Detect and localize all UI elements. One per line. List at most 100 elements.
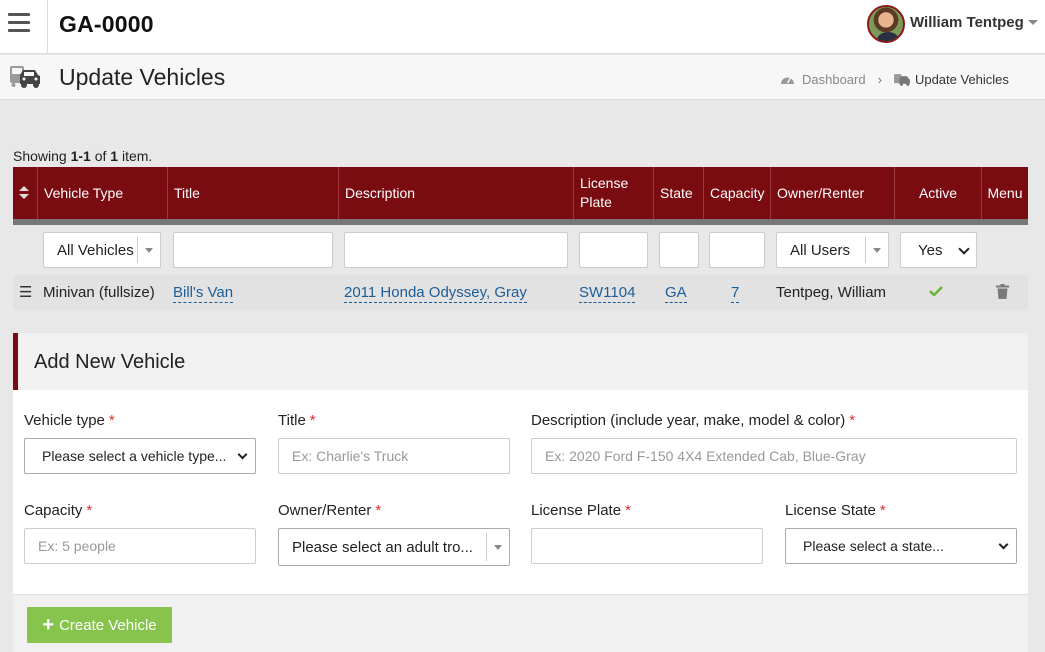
page-title: Update Vehicles bbox=[59, 64, 226, 90]
drag-handle-icon[interactable]: ☰ bbox=[19, 283, 32, 301]
column-header-title[interactable]: Title bbox=[167, 167, 338, 219]
hamburger-line bbox=[8, 13, 30, 16]
summary-suffix: item. bbox=[118, 148, 153, 164]
state-filter-input[interactable] bbox=[659, 232, 699, 268]
owner-label-text: Owner/Renter bbox=[278, 502, 372, 519]
column-header-menu: Menu bbox=[981, 167, 1028, 219]
plus-icon: + bbox=[42, 614, 55, 636]
summary-range: 1-1 bbox=[70, 148, 91, 164]
required-mark: * bbox=[86, 502, 93, 519]
title-input[interactable]: Ex: Charlie's Truck bbox=[278, 438, 510, 474]
owner-select-value: Please select an adult tro... bbox=[292, 538, 473, 556]
panel-header: Add New Vehicle bbox=[13, 333, 1028, 390]
required-mark: * bbox=[849, 412, 856, 429]
column-header-capacity[interactable]: Capacity bbox=[703, 167, 770, 219]
dropdown-arrow-icon bbox=[494, 545, 502, 550]
hamburger-line bbox=[8, 21, 30, 24]
license-state-label-text: License State bbox=[785, 502, 876, 519]
vehicle-type-label-text: Vehicle type bbox=[24, 412, 105, 429]
dropdown-arrow-icon bbox=[145, 248, 153, 253]
panel-footer: + Create Vehicle bbox=[13, 594, 1028, 652]
cell-description-link[interactable]: 2011 Honda Odyssey, Gray bbox=[344, 284, 527, 303]
dashboard-icon bbox=[781, 77, 794, 84]
summary-total: 1 bbox=[110, 148, 119, 164]
column-header-owner[interactable]: Owner/Renter bbox=[770, 167, 894, 219]
trash-icon[interactable] bbox=[996, 284, 1009, 299]
column-header-license-plate[interactable]: License Plate bbox=[573, 167, 653, 219]
breadcrumb: Dashboard › Update Vehicles bbox=[780, 72, 1009, 87]
license-plate-input[interactable] bbox=[531, 528, 763, 564]
menu-toggle-icon[interactable] bbox=[0, 0, 48, 54]
create-vehicle-button-label: Create Vehicle bbox=[59, 616, 157, 634]
vehicle-type-filter-value: All Vehicles bbox=[57, 241, 134, 259]
capacity-label-text: Capacity bbox=[24, 502, 83, 519]
description-label-text: Description (include year, make, model &… bbox=[531, 412, 846, 429]
table-row: ☰ Minivan (fullsize) Bill's Van 2011 Hon… bbox=[13, 275, 1028, 310]
license-state-label: License State * bbox=[785, 502, 886, 519]
vehicle-type-select[interactable]: Please select a vehicle type... bbox=[24, 438, 256, 474]
vehicle-type-select-value: Please select a vehicle type... bbox=[42, 448, 227, 464]
owner-label: Owner/Renter * bbox=[278, 502, 381, 519]
license-state-select-value: Please select a state... bbox=[803, 538, 944, 554]
cell-title-link[interactable]: Bill's Van bbox=[173, 284, 234, 303]
dropdown-arrow-icon bbox=[873, 248, 881, 253]
summary-of: of bbox=[90, 148, 111, 164]
breadcrumb-current: Update Vehicles bbox=[914, 72, 1009, 87]
title-filter-input[interactable] bbox=[173, 232, 333, 268]
column-header-vehicle-type[interactable]: Vehicle Type bbox=[37, 167, 168, 219]
active-filter-select[interactable]: Yes bbox=[900, 232, 977, 268]
active-filter-value: Yes bbox=[918, 241, 943, 259]
owner-select[interactable]: Please select an adult tro... bbox=[278, 528, 510, 566]
cell-vehicle-type: Minivan (fullsize) bbox=[43, 284, 155, 301]
vehicle-type-filter[interactable]: All Vehicles bbox=[43, 232, 161, 268]
cell-capacity-link[interactable]: 7 bbox=[731, 284, 740, 303]
required-mark: * bbox=[879, 502, 886, 519]
title-label-text: Title bbox=[278, 412, 306, 429]
add-vehicle-panel: Add New Vehicle Vehicle type * Please sel… bbox=[13, 333, 1028, 652]
column-header-state[interactable]: State bbox=[653, 167, 703, 219]
vehicles-icon bbox=[10, 66, 40, 88]
select-divider bbox=[486, 533, 487, 561]
grid-summary: Showing 1-1 of 1 item. bbox=[13, 148, 152, 164]
user-name[interactable]: William Tentpeg bbox=[910, 14, 1024, 31]
capacity-input[interactable]: Ex: 5 people bbox=[24, 528, 256, 564]
license-plate-filter-input[interactable] bbox=[579, 232, 648, 268]
capacity-label: Capacity * bbox=[24, 502, 92, 519]
select-divider bbox=[137, 237, 138, 263]
column-header-license-plate-label: License Plate bbox=[580, 175, 629, 210]
top-navbar: GA-0000 William Tentpeg bbox=[0, 0, 1045, 54]
breadcrumb-dashboard-link[interactable]: Dashboard bbox=[802, 72, 866, 87]
required-mark: * bbox=[108, 412, 115, 429]
sort-column-header[interactable] bbox=[13, 167, 37, 219]
description-label: Description (include year, make, model &… bbox=[531, 412, 855, 429]
page-header: Update Vehicles Dashboard › Update Vehic… bbox=[0, 55, 1045, 100]
license-state-select[interactable]: Please select a state... bbox=[785, 528, 1017, 564]
filter-row: All Vehicles All Users Yes bbox=[13, 225, 1028, 275]
user-avatar[interactable] bbox=[867, 5, 905, 43]
chevron-down-icon bbox=[237, 449, 248, 460]
create-vehicle-button[interactable]: + Create Vehicle bbox=[27, 607, 172, 643]
panel-title: Add New Vehicle bbox=[34, 351, 186, 373]
capacity-filter-input[interactable] bbox=[709, 232, 765, 268]
chevron-down-icon bbox=[998, 539, 1009, 550]
required-mark: * bbox=[309, 412, 316, 429]
owner-filter[interactable]: All Users bbox=[776, 232, 889, 268]
description-input[interactable]: Ex: 2020 Ford F-150 4X4 Extended Cab, Bl… bbox=[531, 438, 1017, 474]
cell-state-link[interactable]: GA bbox=[665, 284, 687, 303]
hamburger-line bbox=[8, 29, 30, 32]
vehicle-type-label: Vehicle type * bbox=[24, 412, 115, 429]
column-header-active[interactable]: Active bbox=[894, 167, 981, 219]
chevron-down-icon[interactable] bbox=[1028, 20, 1038, 25]
cell-owner: Tentpeg, William bbox=[776, 284, 887, 301]
description-filter-input[interactable] bbox=[344, 232, 568, 268]
chevron-right-icon: › bbox=[877, 72, 882, 87]
table-header: Vehicle Type Title Description License P… bbox=[13, 167, 1028, 219]
sort-icon[interactable] bbox=[19, 186, 29, 200]
owner-filter-value: All Users bbox=[790, 241, 851, 259]
cell-license-plate-link[interactable]: SW1104 bbox=[579, 284, 636, 303]
license-plate-label-text: License Plate bbox=[531, 502, 622, 519]
column-header-description[interactable]: Description bbox=[338, 167, 573, 219]
required-mark: * bbox=[375, 502, 382, 519]
app-brand[interactable]: GA-0000 bbox=[59, 11, 154, 38]
required-mark: * bbox=[625, 502, 631, 519]
